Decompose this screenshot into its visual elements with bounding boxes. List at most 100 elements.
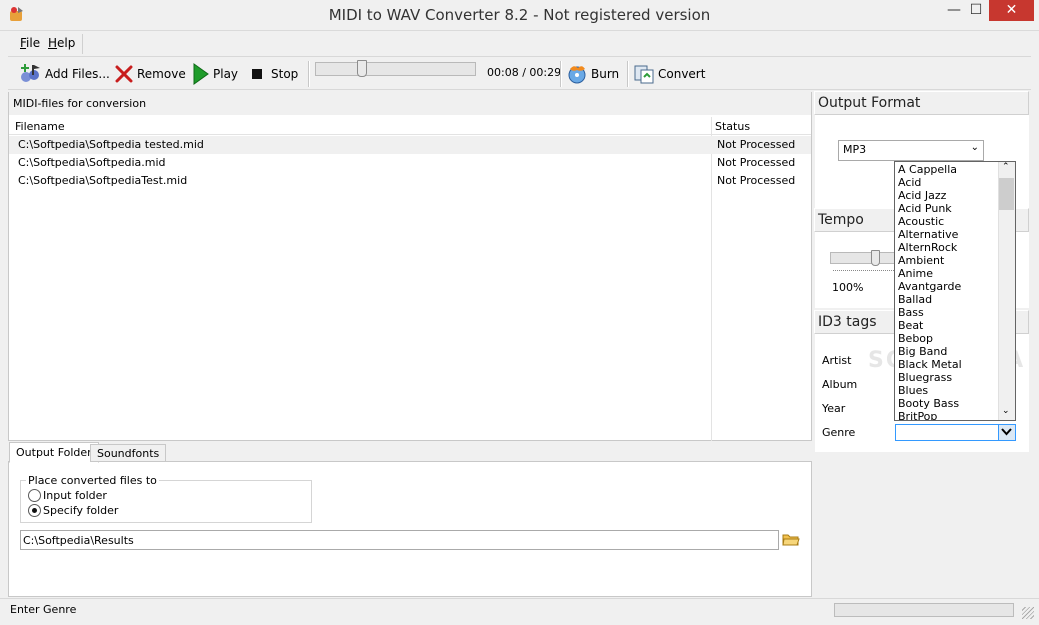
genre-option[interactable]: Black Metal: [898, 358, 962, 371]
burn-label: Burn: [591, 66, 620, 81]
scroll-down-icon[interactable]: ⌄: [1002, 406, 1010, 416]
genre-option[interactable]: BritPop: [898, 410, 937, 420]
window-title: MIDI to WAV Converter 8.2 - Not register…: [328, 6, 711, 24]
tempo-slider[interactable]: [830, 252, 900, 264]
tab-output-folder[interactable]: Output Folder: [9, 442, 99, 463]
output-format-header[interactable]: Output Format: [814, 91, 1029, 115]
radio-input-folder[interactable]: Input folder: [28, 489, 107, 502]
filename-cell: C:\Softpedia\SoftpediaTest.mid: [18, 174, 188, 187]
stop-label: Stop: [271, 66, 299, 81]
status-bar: Enter Genre: [0, 598, 1039, 625]
genre-option[interactable]: Acid: [898, 176, 921, 189]
genre-option[interactable]: Alternative: [898, 228, 958, 241]
add-files-icon: [21, 63, 40, 82]
output-format-select[interactable]: MP3 ⌄: [838, 140, 984, 161]
genre-option[interactable]: Ambient: [898, 254, 944, 267]
title-bar: MIDI to WAV Converter 8.2 - Not register…: [0, 0, 1039, 31]
radio-input-folder-circle[interactable]: [28, 489, 41, 502]
seek-slider-thumb[interactable]: [357, 60, 368, 77]
genre-option[interactable]: Anime: [898, 267, 933, 280]
menu-bar: File Help: [8, 32, 1031, 56]
genre-option[interactable]: Bluegrass: [898, 371, 952, 384]
status-progress-bar: [834, 603, 1014, 617]
time-display: 00:08 / 00:29: [487, 66, 562, 79]
output-path-input[interactable]: [20, 530, 779, 550]
album-label: Album: [822, 378, 858, 391]
genre-option[interactable]: Big Band: [898, 345, 947, 358]
table-row[interactable]: C:\Softpedia\SoftpediaTest.mid Not Proces…: [9, 172, 811, 190]
seek-slider[interactable]: [315, 62, 476, 76]
play-button[interactable]: Play: [192, 57, 238, 90]
table-row[interactable]: C:\Softpedia\Softpedia tested.mid Not Pro…: [9, 136, 811, 154]
chevron-down-icon: [1001, 428, 1012, 436]
toolbar-separator: [560, 61, 562, 87]
maximize-icon: ☐: [969, 2, 983, 18]
radio-specify-folder-label: Specify folder: [43, 504, 119, 517]
genre-option[interactable]: Beat: [898, 319, 923, 332]
radio-specify-folder[interactable]: Specify folder: [28, 504, 118, 517]
folder-icon: [782, 534, 800, 546]
year-label: Year: [822, 402, 846, 415]
filename-cell: C:\Softpedia\Softpedia tested.mid: [18, 138, 204, 151]
tempo-value: 100%: [832, 281, 864, 294]
genre-label: Genre: [822, 426, 856, 439]
scroll-up-icon[interactable]: ⌃: [1002, 162, 1010, 172]
genre-option[interactable]: A Cappella: [898, 163, 957, 176]
toolbar: Add Files... Remove Play Stop 00:08 / 00…: [8, 56, 1031, 90]
genre-option[interactable]: Ballad: [898, 293, 932, 306]
remove-label: Remove: [137, 66, 186, 81]
column-header-filename[interactable]: Filename: [15, 120, 65, 133]
convert-label: Convert: [658, 66, 706, 81]
file-panel-header: MIDI-files for conversion: [9, 92, 811, 115]
close-icon: ✕: [1005, 2, 1018, 18]
remove-icon: [115, 65, 133, 82]
genre-option[interactable]: Bass: [898, 306, 924, 319]
toolbar-separator: [308, 61, 310, 87]
chevron-down-icon: ⌄: [970, 142, 979, 153]
column-header-status[interactable]: Status: [715, 120, 750, 133]
genre-list-scroll-thumb[interactable]: [999, 178, 1014, 210]
status-cell: Not Processed: [717, 174, 796, 187]
add-files-button[interactable]: Add Files...: [20, 57, 110, 90]
output-format-value: MP3: [843, 143, 867, 156]
browse-folder-button[interactable]: [781, 530, 803, 550]
stop-button[interactable]: Stop: [252, 57, 298, 90]
genre-option[interactable]: AlternRock: [898, 241, 957, 254]
resize-grip[interactable]: [1022, 607, 1034, 619]
maximize-button[interactable]: ☐: [962, 0, 990, 21]
menu-help[interactable]: Help: [48, 36, 75, 50]
minimize-icon: —: [947, 2, 961, 18]
burn-button[interactable]: Burn: [566, 57, 619, 90]
genre-option[interactable]: Acid Jazz: [898, 189, 946, 202]
add-files-label: Add Files...: [45, 66, 110, 81]
genre-option[interactable]: Bebop: [898, 332, 933, 345]
artist-label: Artist: [822, 354, 852, 367]
placement-group-title: Place converted files to: [26, 474, 159, 487]
play-icon: [193, 62, 209, 85]
table-row[interactable]: C:\Softpedia\Softpedia.mid Not Processed: [9, 154, 811, 172]
filename-cell: C:\Softpedia\Softpedia.mid: [18, 156, 166, 169]
status-text: Enter Genre: [10, 603, 77, 616]
genre-option[interactable]: Avantgarde: [898, 280, 961, 293]
menu-file[interactable]: File: [20, 36, 40, 50]
convert-icon: [634, 65, 654, 83]
tab-soundfonts[interactable]: Soundfonts: [90, 444, 167, 462]
radio-input-folder-label: Input folder: [43, 489, 107, 502]
toolbar-separator: [627, 61, 629, 87]
file-list-header: Filename Status: [9, 117, 811, 135]
tempo-slider-thumb[interactable]: [871, 250, 880, 266]
burn-icon: [568, 65, 586, 83]
genre-option[interactable]: Acoustic: [898, 215, 944, 228]
radio-specify-folder-circle[interactable]: [28, 504, 41, 517]
genre-dropdown-button[interactable]: [998, 425, 1015, 440]
status-cell: Not Processed: [717, 138, 796, 151]
tempo-ticks: [833, 270, 898, 272]
close-button[interactable]: ✕: [989, 0, 1034, 21]
genre-option[interactable]: Blues: [898, 384, 928, 397]
remove-button[interactable]: Remove: [114, 57, 186, 90]
status-cell: Not Processed: [717, 156, 796, 169]
file-panel-title: MIDI-files for conversion: [13, 97, 147, 110]
genre-option[interactable]: Booty Bass: [898, 397, 959, 410]
genre-option[interactable]: Acid Punk: [898, 202, 952, 215]
convert-button[interactable]: Convert: [633, 57, 705, 90]
